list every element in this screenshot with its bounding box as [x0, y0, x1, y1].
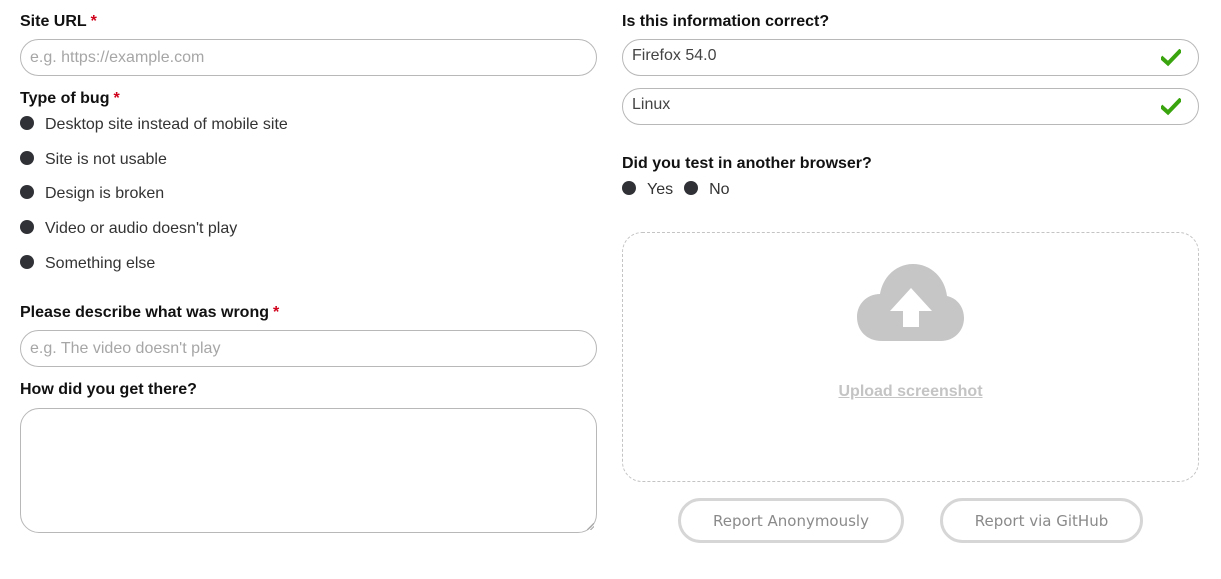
description-label: Please describe what was wrong * — [20, 304, 280, 321]
bug-type-option-something-else[interactable]: Something else — [20, 252, 155, 276]
browser-field[interactable]: Firefox 54.0 — [622, 39, 1199, 76]
upload-screenshot-link[interactable]: Upload screenshot — [623, 383, 1198, 401]
bug-type-option-design-broken[interactable]: Design is broken — [20, 182, 164, 206]
other-browser-label: Did you test in another browser? — [622, 155, 872, 172]
radio-button[interactable] — [20, 220, 34, 234]
steps-label: How did you get there? — [20, 381, 197, 398]
info-check-label: Is this information correct? — [622, 13, 830, 30]
other-browser-radio-group: Yes No — [622, 178, 741, 202]
site-url-input[interactable] — [20, 39, 597, 76]
bug-type-option-not-usable[interactable]: Site is not usable — [20, 148, 167, 172]
radio-label: No — [709, 181, 730, 198]
radio-button[interactable] — [20, 116, 34, 130]
steps-textarea-wrapper — [20, 408, 597, 533]
os-value: Linux — [632, 96, 671, 113]
radio-button[interactable] — [20, 255, 34, 269]
report-anonymously-button[interactable]: Report Anonymously — [678, 498, 904, 543]
radio-button[interactable] — [20, 151, 34, 165]
report-via-github-button[interactable]: Report via GitHub — [940, 498, 1143, 543]
screenshot-dropzone[interactable]: Upload screenshot — [622, 232, 1199, 482]
bug-type-label: Type of bug * — [20, 90, 120, 107]
checkmark-icon — [1161, 49, 1181, 67]
radio-button[interactable] — [20, 185, 34, 199]
other-browser-option-yes[interactable]: Yes — [622, 181, 673, 199]
other-browser-option-no[interactable]: No — [684, 181, 730, 199]
required-marker: * — [90, 13, 97, 30]
radio-button[interactable] — [622, 181, 636, 195]
steps-textarea[interactable] — [20, 408, 597, 533]
cloud-upload-icon — [857, 264, 964, 341]
description-input[interactable] — [20, 330, 597, 367]
report-form: Site URL* Type of bug* Desktop site inst… — [0, 0, 1221, 579]
bug-type-option-video-audio[interactable]: Video or audio doesn't play — [20, 217, 237, 241]
radio-label: Something else — [45, 255, 156, 272]
checkmark-icon — [1161, 98, 1181, 116]
radio-label: Video or audio doesn't play — [45, 220, 238, 237]
radio-label: Design is broken — [45, 185, 165, 202]
site-url-label: Site URL * — [20, 13, 97, 30]
bug-type-option-desktop-site[interactable]: Desktop site instead of mobile site — [20, 113, 288, 137]
resize-handle-icon[interactable] — [587, 523, 594, 530]
required-marker: * — [113, 90, 120, 107]
radio-button[interactable] — [684, 181, 699, 195]
required-marker: * — [272, 304, 280, 321]
browser-value: Firefox 54.0 — [632, 47, 717, 64]
radio-label: Yes — [647, 181, 674, 198]
radio-label: Desktop site instead of mobile site — [45, 116, 288, 133]
radio-label: Site is not usable — [45, 151, 167, 168]
os-field[interactable]: Linux — [622, 88, 1199, 125]
